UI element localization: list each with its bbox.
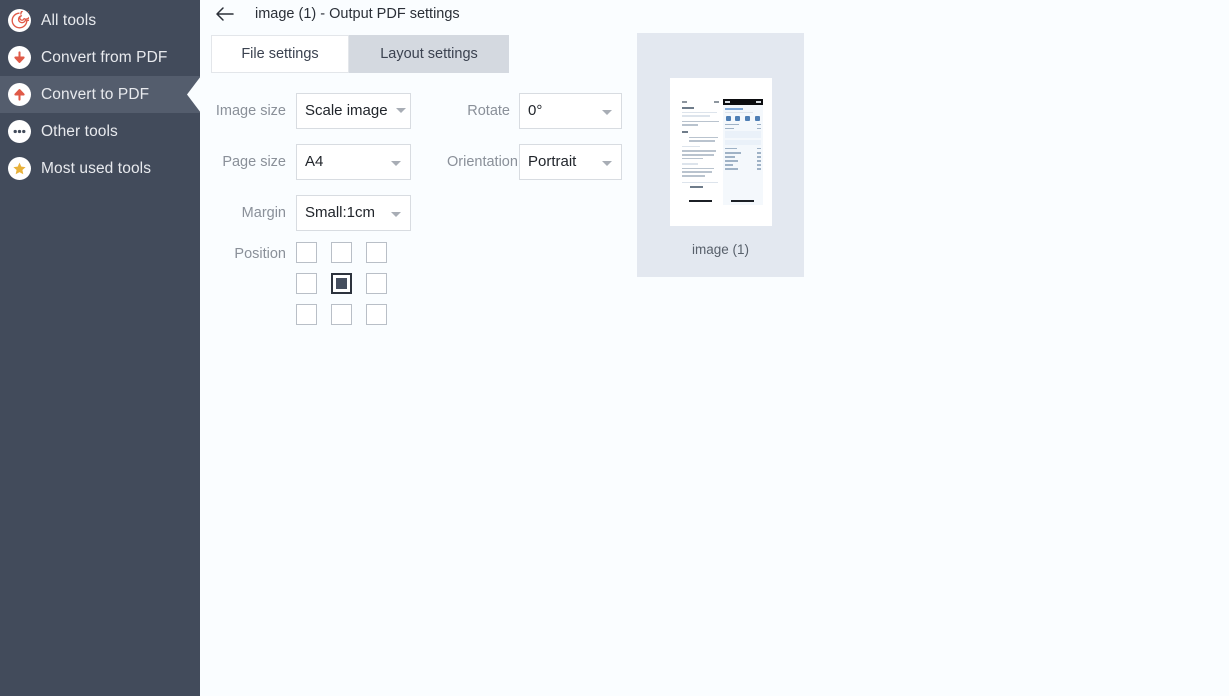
sidebar-item-convert-to-pdf[interactable]: Convert to PDF bbox=[0, 76, 201, 113]
form-row-margin: Margin Small:1cm bbox=[211, 187, 631, 238]
settings-tabs: File settings Layout settings bbox=[211, 35, 509, 73]
arrow-down-icon bbox=[8, 46, 31, 69]
thumbnail-screenshot-left bbox=[680, 99, 721, 205]
ellipsis-icon bbox=[8, 120, 31, 143]
sidebar-item-convert-from-pdf[interactable]: Convert from PDF bbox=[0, 39, 200, 76]
sidebar-item-label: Most used tools bbox=[41, 159, 152, 177]
page-title: image (1) - Output PDF settings bbox=[255, 6, 460, 22]
sidebar-item-most-used-tools[interactable]: Most used tools bbox=[0, 150, 200, 187]
orientation-value: Portrait bbox=[528, 153, 577, 170]
sidebar: All tools Convert from PDF Convert to PD… bbox=[0, 0, 201, 696]
orientation-select[interactable]: Portrait bbox=[519, 143, 622, 180]
rotate-select[interactable]: 0° bbox=[519, 92, 622, 129]
orientation-label: Orientation bbox=[447, 153, 518, 170]
tab-file-settings[interactable]: File settings bbox=[211, 35, 349, 73]
preview-panel[interactable]: image (1) bbox=[637, 33, 804, 277]
margin-label: Margin bbox=[241, 204, 286, 221]
sidebar-item-label: Convert to PDF bbox=[41, 85, 150, 103]
sidebar-item-label: All tools bbox=[41, 11, 97, 29]
position-cell-top-right[interactable] bbox=[366, 242, 387, 263]
page-size-value: A4 bbox=[305, 153, 324, 170]
star-icon bbox=[8, 157, 31, 180]
thumb-statusbar-dark bbox=[722, 99, 763, 105]
titlebar: image (1) - Output PDF settings bbox=[200, 0, 1229, 26]
tab-label: File settings bbox=[241, 46, 319, 62]
sidebar-item-other-tools[interactable]: Other tools bbox=[0, 113, 200, 150]
thumbnail-screenshot-right bbox=[722, 99, 763, 205]
page-size-select[interactable]: A4 bbox=[296, 143, 411, 180]
image-size-select[interactable]: Scale image bbox=[296, 92, 411, 129]
form-row-page-size: Page size A4 Orientation Portrait bbox=[211, 136, 631, 187]
image-size-value: Scale image bbox=[305, 102, 388, 119]
chevron-down-icon bbox=[391, 211, 401, 217]
chevron-down-icon bbox=[602, 109, 612, 115]
position-cell-top-center[interactable] bbox=[331, 242, 352, 263]
tab-label: Layout settings bbox=[380, 46, 478, 62]
arrow-left-icon[interactable] bbox=[213, 4, 237, 24]
arrow-up-icon bbox=[8, 83, 31, 106]
position-cell-bottom-right[interactable] bbox=[366, 304, 387, 325]
position-cell-middle-right[interactable] bbox=[366, 273, 387, 294]
position-cell-top-left[interactable] bbox=[296, 242, 317, 263]
thumbnail-content bbox=[680, 99, 763, 205]
position-cell-middle-left[interactable] bbox=[296, 273, 317, 294]
preview-caption: image (1) bbox=[691, 242, 750, 257]
chevron-down-icon bbox=[395, 108, 406, 113]
thumb-statusbar bbox=[680, 99, 721, 105]
position-cell-middle-center[interactable] bbox=[331, 273, 352, 294]
layout-settings-form: Image size Scale image Rotate 0° Page si… bbox=[211, 85, 631, 335]
position-label: Position bbox=[234, 246, 286, 262]
document-thumbnail bbox=[670, 78, 772, 226]
app-window: All tools Convert from PDF Convert to PD… bbox=[0, 0, 1229, 696]
spiral-target-icon bbox=[8, 9, 31, 32]
thumb-icon-strip bbox=[724, 116, 763, 122]
main-content: image (1) - Output PDF settings File set… bbox=[200, 0, 1229, 696]
position-cell-bottom-left[interactable] bbox=[296, 304, 317, 325]
image-size-label: Image size bbox=[215, 102, 286, 119]
position-grid bbox=[296, 242, 401, 335]
form-row-image-size: Image size Scale image Rotate 0° bbox=[211, 85, 631, 136]
rotate-label: Rotate bbox=[467, 102, 510, 119]
rotate-value: 0° bbox=[528, 102, 543, 119]
sidebar-item-label: Other tools bbox=[41, 122, 118, 140]
chevron-down-icon bbox=[602, 160, 612, 166]
margin-value: Small:1cm bbox=[305, 204, 376, 221]
chevron-down-icon bbox=[391, 160, 401, 166]
active-item-pointer-icon bbox=[187, 76, 201, 113]
position-cell-bottom-center[interactable] bbox=[331, 304, 352, 325]
form-row-position: Position bbox=[211, 242, 631, 335]
page-size-label: Page size bbox=[222, 153, 286, 170]
sidebar-item-all-tools[interactable]: All tools bbox=[0, 2, 200, 39]
tab-layout-settings[interactable]: Layout settings bbox=[349, 35, 509, 73]
margin-select[interactable]: Small:1cm bbox=[296, 194, 411, 231]
sidebar-item-label: Convert from PDF bbox=[41, 48, 168, 66]
